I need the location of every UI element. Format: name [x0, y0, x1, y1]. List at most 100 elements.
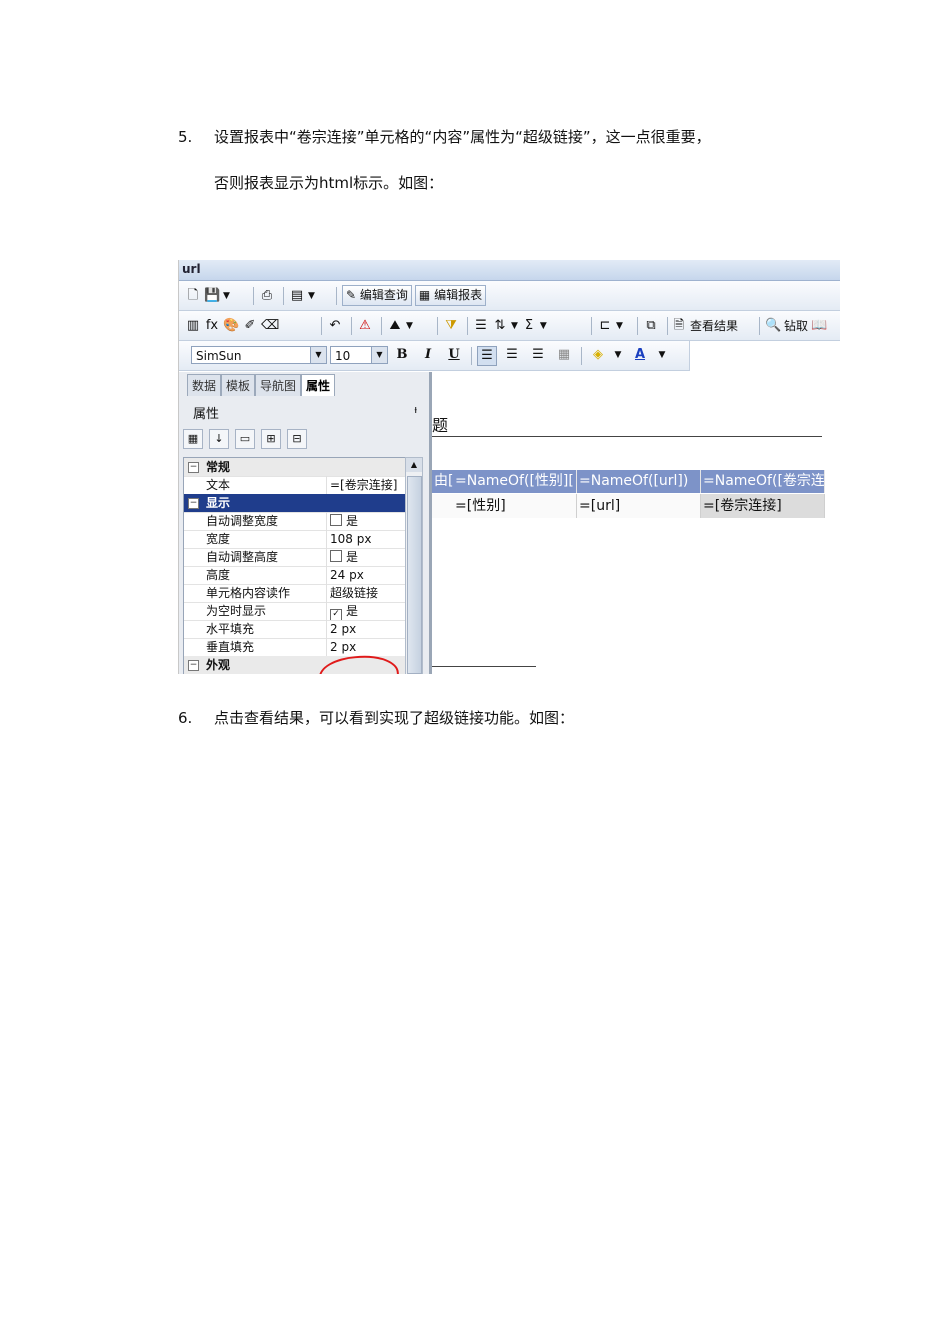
- font-name-value: SimSun: [196, 349, 242, 363]
- collapse-toggle-icon[interactable]: −: [188, 462, 199, 473]
- edit-report-button[interactable]: ▦ 编辑报表: [414, 285, 487, 306]
- page-setup-dropdown-icon[interactable]: ▼: [308, 291, 315, 301]
- font-name-select[interactable]: SimSun ▼: [191, 346, 327, 364]
- header-cell[interactable]: =NameOf([卷宗连: [701, 470, 825, 493]
- header-cell[interactable]: 由[: [432, 470, 454, 493]
- alphabetical-icon[interactable]: ↓: [209, 429, 229, 449]
- checkbox-icon[interactable]: [330, 514, 342, 526]
- collapse-all-icon[interactable]: ⊟: [287, 429, 307, 449]
- palette-icon[interactable]: 🎨: [223, 318, 239, 334]
- checkbox-icon[interactable]: [330, 550, 342, 562]
- book-icon[interactable]: 📖: [811, 318, 827, 334]
- italic-button[interactable]: I: [419, 346, 437, 364]
- property-toolbar: ▦ ↓ ▭ ⊞ ⊟: [183, 427, 307, 451]
- tab-data[interactable]: 数据: [187, 374, 222, 396]
- property-value[interactable]: 超级链接: [326, 584, 406, 602]
- align-left-icon[interactable]: ☰: [477, 346, 497, 366]
- insert-table-icon[interactable]: ▥: [185, 318, 201, 334]
- data-cell[interactable]: =[url]: [577, 494, 701, 518]
- property-panel: 数据 模板 导航图 属性 属性 ᵼ ▦ ↓ ▭ ⊞ ⊟ − 常规 文本 =[卷宗…: [179, 372, 432, 674]
- brush-icon[interactable]: ✐: [242, 318, 258, 334]
- sort-icon[interactable]: ⇅: [492, 318, 508, 334]
- group-dropdown-icon[interactable]: ▼: [406, 321, 413, 331]
- header-cell[interactable]: =NameOf([url]): [577, 470, 701, 493]
- property-row-show-empty[interactable]: 为空时显示 ✓ 是: [184, 602, 406, 621]
- new-file-icon[interactable]: 🗋: [185, 288, 201, 304]
- undo-icon[interactable]: ↶: [327, 318, 343, 334]
- property-key: 单元格内容读作: [206, 586, 291, 600]
- font-name-dropdown-icon[interactable]: ▼: [310, 347, 326, 363]
- property-value[interactable]: 是: [326, 548, 406, 566]
- data-cell-selected[interactable]: =[卷宗连接]: [701, 494, 825, 518]
- property-value[interactable]: =[卷宗连接]: [326, 476, 406, 494]
- data-cell[interactable]: =[性别]: [453, 494, 577, 518]
- columns-icon[interactable]: ☰: [473, 318, 489, 334]
- fill-color-dropdown-icon[interactable]: ▼: [609, 346, 627, 364]
- tab-navigator[interactable]: 导航图: [255, 374, 302, 396]
- sort-dropdown-icon[interactable]: ▼: [511, 321, 518, 331]
- underline-button[interactable]: U: [445, 346, 463, 364]
- step6-number: 6.: [178, 709, 193, 727]
- view-result-icon: 🗎: [673, 317, 685, 333]
- group-icon[interactable]: ⛰: [387, 318, 403, 334]
- property-pages-icon[interactable]: ▭: [235, 429, 255, 449]
- sum-dropdown-icon[interactable]: ▼: [540, 321, 547, 331]
- drill-button[interactable]: 🔍 钻取 📖: [765, 316, 827, 335]
- font-color-icon[interactable]: A: [631, 346, 649, 364]
- property-key: 外观: [206, 658, 231, 672]
- view-result-button[interactable]: 🗎 查看结果: [671, 316, 738, 335]
- hierarchy-icon[interactable]: ⊏: [597, 318, 613, 334]
- tab-template[interactable]: 模板: [221, 374, 256, 396]
- property-value[interactable]: ✓ 是: [326, 602, 406, 620]
- save-icon[interactable]: 💾: [204, 288, 220, 304]
- property-row-height[interactable]: 高度 24 px: [184, 566, 406, 585]
- save-dropdown-icon[interactable]: ▼: [223, 291, 230, 301]
- property-row-content-type[interactable]: 单元格内容读作 超级链接: [184, 584, 406, 603]
- clear-format-icon[interactable]: ⌫: [261, 318, 279, 334]
- warning-icon[interactable]: ⚠: [357, 318, 373, 334]
- expand-all-icon[interactable]: ⊞: [261, 429, 281, 449]
- checkbox-icon[interactable]: ✓: [330, 609, 342, 620]
- property-row-auto-height[interactable]: 自动调整高度 是: [184, 548, 406, 567]
- scroll-up-icon[interactable]: ▲: [406, 458, 422, 472]
- hierarchy-dropdown-icon[interactable]: ▼: [616, 321, 623, 331]
- collapse-toggle-icon[interactable]: −: [188, 660, 199, 671]
- copy-icon[interactable]: ⧉: [643, 318, 659, 334]
- property-value[interactable]: 是: [326, 512, 406, 530]
- collapse-toggle-icon[interactable]: −: [188, 498, 199, 509]
- font-size-dropdown-icon[interactable]: ▼: [371, 347, 387, 363]
- edit-report-label: 编辑报表: [434, 288, 483, 302]
- property-key: 水平填充: [206, 622, 255, 636]
- align-center-icon[interactable]: ☰: [503, 346, 521, 364]
- filter-icon[interactable]: ⧩: [443, 318, 459, 334]
- font-size-select[interactable]: 10 ▼: [330, 346, 388, 364]
- bold-button[interactable]: B: [393, 346, 411, 364]
- fill-color-icon[interactable]: ◈: [589, 346, 607, 364]
- header-cell[interactable]: =NameOf([性别][: [453, 470, 577, 493]
- sum-icon[interactable]: Σ: [521, 318, 537, 334]
- tab-properties[interactable]: 属性: [301, 374, 336, 396]
- formula-icon[interactable]: fx: [204, 318, 220, 334]
- font-color-dropdown-icon[interactable]: ▼: [653, 346, 671, 364]
- property-category-general[interactable]: − 常规: [184, 458, 406, 477]
- print-icon[interactable]: ⎙: [259, 288, 275, 304]
- property-row-v-padding[interactable]: 垂直填充 2 px: [184, 638, 406, 657]
- property-row-width[interactable]: 宽度 108 px: [184, 530, 406, 549]
- property-row-h-padding[interactable]: 水平填充 2 px: [184, 620, 406, 639]
- page-setup-icon[interactable]: ▤: [289, 288, 305, 304]
- data-cell[interactable]: [432, 494, 454, 518]
- property-value[interactable]: 108 px: [326, 530, 406, 548]
- property-row-auto-width[interactable]: 自动调整宽度 是: [184, 512, 406, 531]
- align-right-icon[interactable]: ☰: [529, 346, 547, 364]
- property-value[interactable]: 2 px: [326, 620, 406, 638]
- property-category-display[interactable]: − 显示: [184, 494, 406, 513]
- pin-icon[interactable]: ᵼ: [415, 403, 417, 416]
- edit-query-button[interactable]: ✎ 编辑查询: [342, 285, 412, 306]
- categorized-icon[interactable]: ▦: [183, 429, 203, 449]
- property-value[interactable]: 2 px: [326, 638, 406, 656]
- scroll-thumb[interactable]: [407, 476, 422, 674]
- property-value[interactable]: 24 px: [326, 566, 406, 584]
- property-row-text[interactable]: 文本 =[卷宗连接]: [184, 476, 406, 495]
- property-scrollbar[interactable]: ▲: [405, 457, 423, 674]
- justify-icon[interactable]: ▦: [555, 346, 573, 364]
